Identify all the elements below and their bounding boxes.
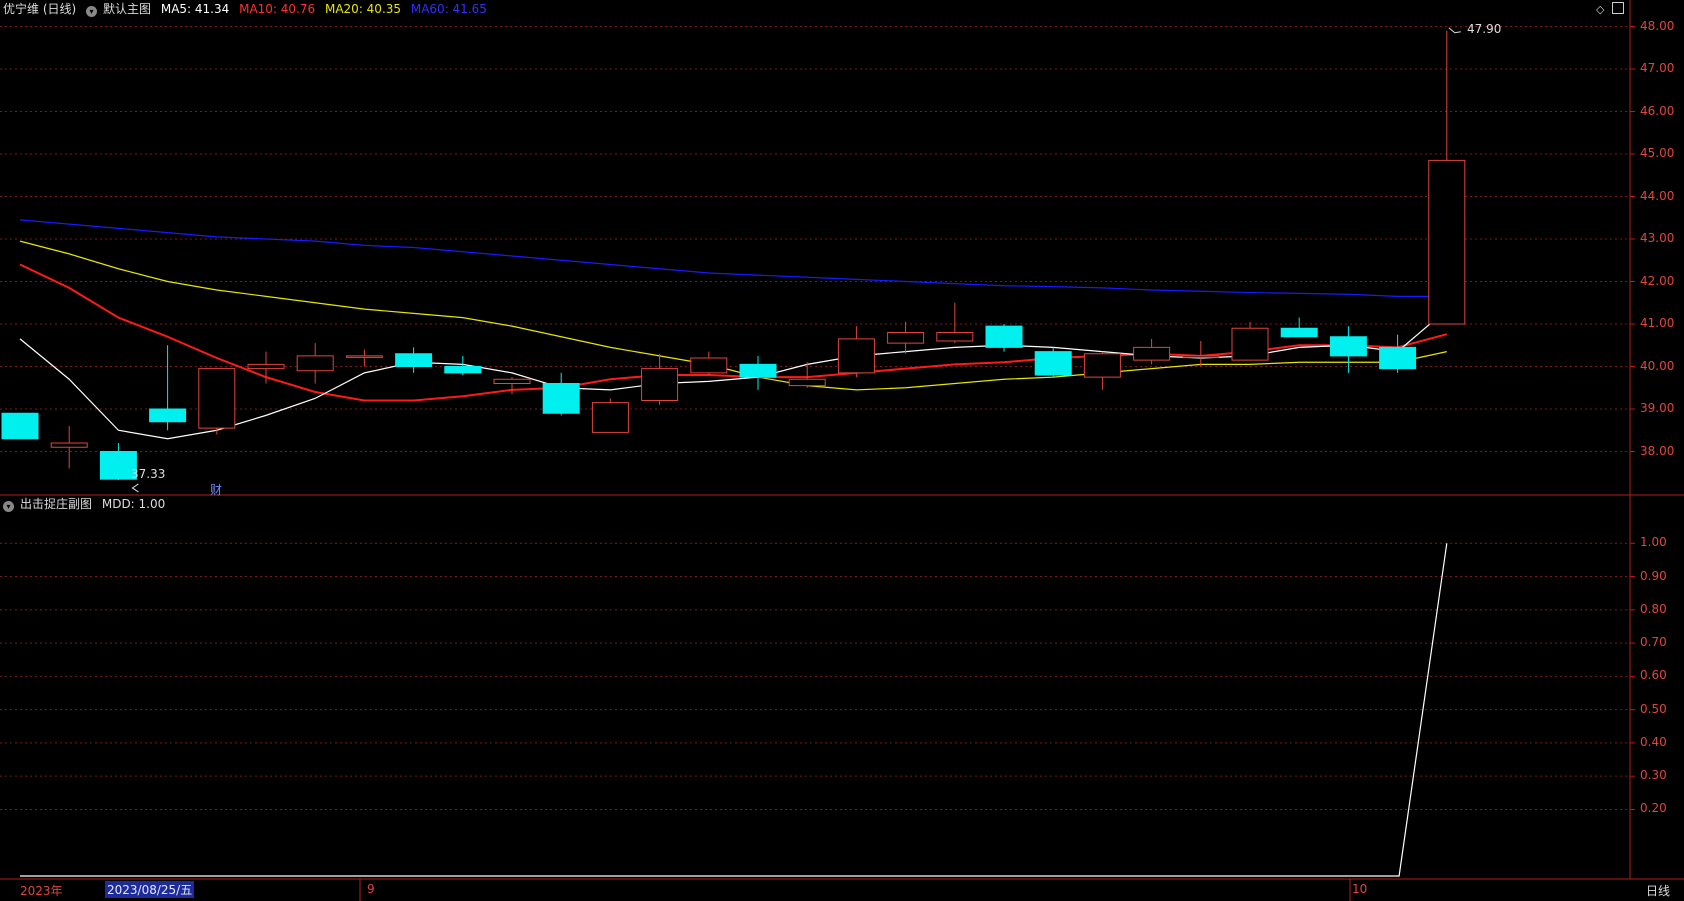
- sub-y-tick-label: 0.90: [1640, 568, 1667, 583]
- sub-y-tick-label: 0.20: [1640, 801, 1667, 816]
- candle-up: [493, 378, 531, 384]
- candle-up: [345, 355, 383, 358]
- sub-y-tick-label: 0.70: [1640, 635, 1667, 650]
- main-y-tick-label: 44.00: [1640, 188, 1675, 203]
- main-y-tick-label: 42.00: [1640, 273, 1675, 288]
- candle-down: [1034, 351, 1072, 376]
- main-y-tick-label: 47.00: [1640, 61, 1675, 75]
- candle-down: [149, 408, 187, 423]
- main-y-tick-label: 41.00: [1640, 316, 1675, 330]
- candle-down: [1329, 336, 1367, 357]
- sub-y-tick-label: 0.50: [1640, 701, 1667, 716]
- candle-up: [641, 368, 679, 401]
- ma20-readout: MA20: 40.35: [324, 2, 402, 16]
- candle-up: [788, 378, 826, 387]
- ma5-readout: MA5: 41.34: [160, 2, 230, 16]
- candle-down: [985, 325, 1023, 348]
- low-price-label: 37.33: [131, 467, 166, 481]
- candle-up: [690, 357, 728, 374]
- main-panel-header: 优宁维 (日线) ▾ 默认主图 MA5: 41.34 MA10: 40.76 MA…: [3, 2, 493, 17]
- candle-up: [1133, 346, 1171, 361]
- chart-canvas[interactable]: [0, 0, 1684, 901]
- mdd-line: [20, 543, 1448, 877]
- x-label-october: 10: [1352, 882, 1368, 896]
- sub-panel-label[interactable]: 出击捉庄副图: [20, 497, 92, 511]
- diamond-icon[interactable]: ◇: [1596, 3, 1604, 16]
- candle-down: [444, 366, 482, 374]
- period-selector[interactable]: 日线: [1646, 882, 1670, 899]
- candle-down: [1379, 346, 1417, 370]
- main-y-tick-label: 48.00: [1640, 18, 1675, 33]
- sub-panel-header: ▾ 出击捉庄副图 MDD: 1.00: [3, 497, 171, 512]
- x-label-year: 2023年: [20, 884, 63, 898]
- candle-up: [198, 368, 236, 429]
- candle-up: [936, 332, 974, 342]
- stock-title: 优宁维 (日线): [3, 2, 77, 16]
- candle-down: [1, 412, 39, 440]
- main-y-tick-label: 45.00: [1640, 146, 1675, 160]
- sub-y-tick-label: 0.60: [1640, 668, 1667, 683]
- high-marker-arrow: [1448, 27, 1461, 34]
- x-label-september: 9: [367, 882, 375, 896]
- main-y-tick-label: 43.00: [1640, 231, 1675, 245]
- main-y-tick-label: 38.00: [1640, 443, 1675, 458]
- maximize-icon[interactable]: [1612, 2, 1624, 14]
- candle-up: [837, 338, 875, 374]
- ma60-line: [19, 219, 1447, 297]
- main-y-tick-label: 46.00: [1640, 103, 1675, 118]
- candle-down: [1280, 327, 1318, 338]
- main-y-tick-label: 39.00: [1640, 401, 1675, 415]
- selected-date-label: 2023/08/25/五: [105, 881, 195, 898]
- candle-up: [887, 332, 925, 344]
- candle-up: [591, 402, 629, 433]
- ma10-readout: MA10: 40.76: [239, 2, 316, 16]
- candle-up: [247, 363, 285, 370]
- candle-up: [50, 442, 88, 448]
- high-price-label: 47.90: [1467, 22, 1502, 36]
- sub-y-tick-label: 0.30: [1640, 768, 1667, 783]
- candle-down: [739, 363, 777, 378]
- ma60-readout: MA60: 41.65: [410, 2, 487, 16]
- sub-y-tick-label: 0.80: [1640, 601, 1667, 616]
- panel-menu-icon[interactable]: ▾: [86, 6, 98, 17]
- sub-panel-menu-icon[interactable]: ▾: [3, 501, 14, 512]
- candle-up: [1428, 159, 1466, 325]
- sub-y-tick-label: 1.00: [1640, 535, 1667, 550]
- low-marker-arrow: [131, 483, 139, 493]
- candle-up: [296, 355, 334, 372]
- ma20-line: [19, 240, 1447, 391]
- main-y-tick-label: 40.00: [1640, 358, 1675, 373]
- finance-marker[interactable]: 财: [210, 481, 222, 498]
- sub-y-tick-label: 0.40: [1640, 734, 1667, 749]
- mdd-readout: MDD: 1.00: [101, 497, 166, 511]
- candle-down: [542, 383, 580, 414]
- candle-up: [1083, 353, 1121, 378]
- main-panel-label[interactable]: 默认主图: [103, 2, 151, 16]
- candle-up: [1182, 355, 1220, 358]
- candle-down: [395, 353, 433, 367]
- candle-up: [1231, 327, 1269, 361]
